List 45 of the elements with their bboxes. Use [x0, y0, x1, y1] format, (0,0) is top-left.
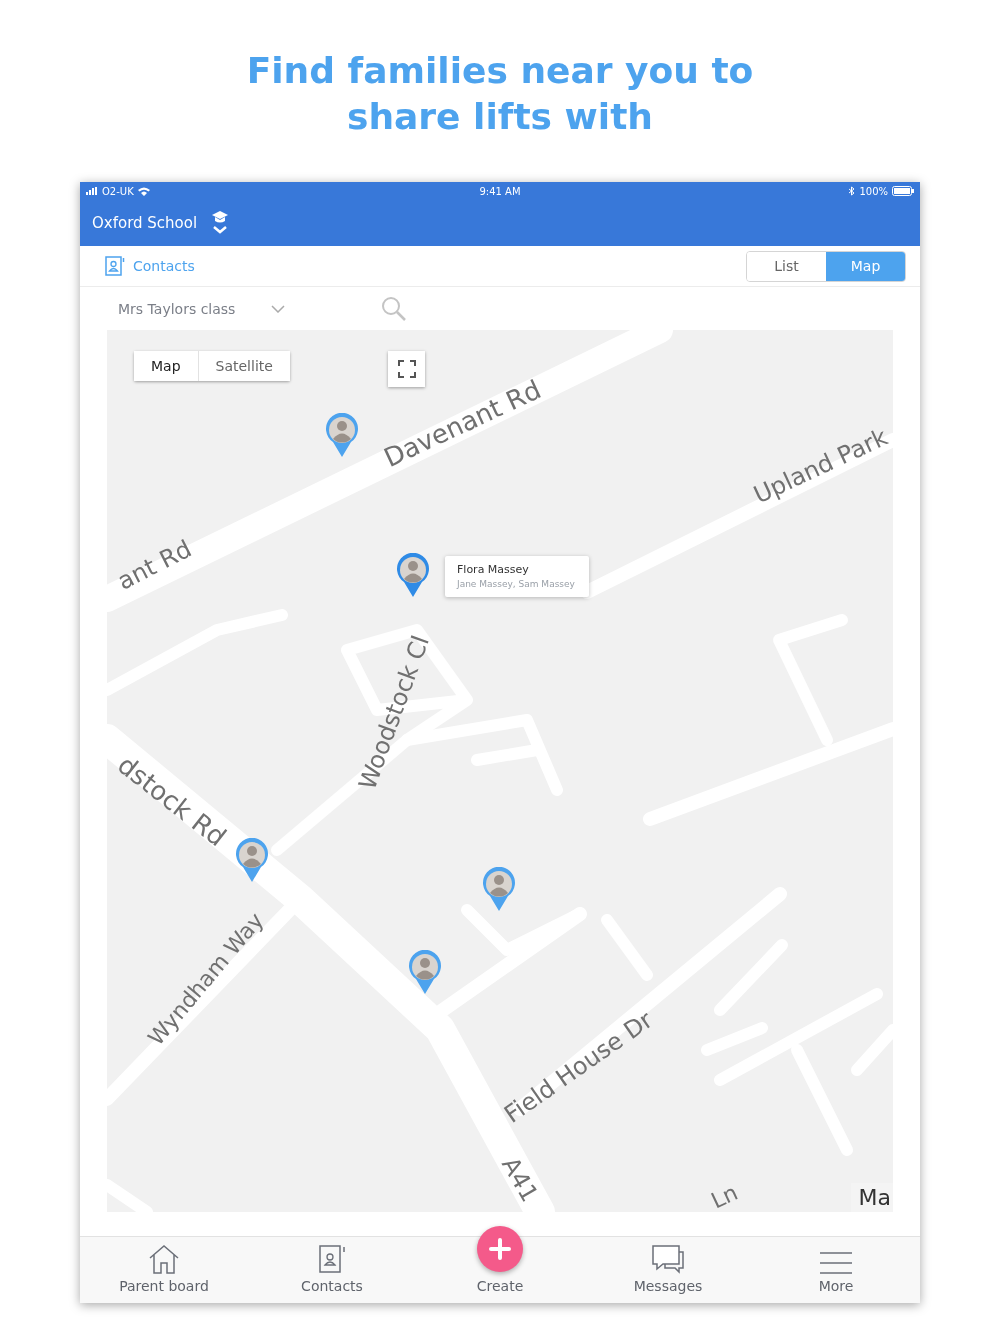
tab-bar-item[interactable]: More: [752, 1237, 920, 1303]
create-button[interactable]: [477, 1226, 523, 1272]
signal-icon: [86, 187, 98, 195]
tab-label: Messages: [633, 1278, 703, 1294]
speech-bubbles-icon: [651, 1244, 685, 1274]
avatar-pin-icon[interactable]: [235, 838, 269, 882]
avatar-pin-icon[interactable]: [482, 867, 516, 911]
contact-card-icon: [318, 1244, 346, 1274]
headline: Find families near you to share lifts with: [245, 49, 755, 139]
tab-bar-item[interactable]: Messages: [584, 1237, 752, 1303]
wifi-icon: [137, 186, 150, 196]
avatar-pin-icon[interactable]: [408, 950, 442, 994]
class-dropdown[interactable]: Mrs Taylors class: [118, 300, 286, 317]
tab-label: Create: [476, 1278, 524, 1294]
plus-icon[interactable]: [489, 1238, 511, 1260]
map-type-tab[interactable]: Satellite: [197, 351, 290, 381]
battery-percent: 100%: [859, 185, 888, 197]
tab-bar-item[interactable]: Parent board: [80, 1237, 248, 1303]
bluetooth-icon: [849, 186, 856, 196]
avatar-pin-icon[interactable]: [396, 553, 430, 597]
avatar-pin-icon[interactable]: [325, 413, 359, 457]
battery-icon: [892, 186, 914, 196]
tab-bar-item[interactable]: Contacts: [248, 1237, 416, 1303]
school-name[interactable]: Oxford School: [92, 214, 198, 232]
tab-label: More: [818, 1278, 854, 1294]
tab-bar-item[interactable]: Create: [416, 1221, 584, 1303]
tab-label: Parent board: [119, 1278, 209, 1294]
contact-card-icon: [105, 256, 125, 276]
fullscreen-icon[interactable]: [397, 360, 416, 378]
menu-icon: [820, 1252, 852, 1274]
status-time: 9:41 AM: [478, 185, 522, 197]
map-type-tab[interactable]: Map: [134, 351, 198, 381]
section-title: Contacts: [133, 258, 195, 274]
family-members: Jane Massey, Sam Massey: [457, 579, 575, 589]
carrier: O2-UK: [102, 185, 134, 197]
road-label: ant Rd: [113, 534, 197, 596]
tab-label: Contacts: [301, 1278, 363, 1294]
graduation-cap-icon[interactable]: [211, 210, 230, 236]
chevron-down-icon[interactable]: [271, 304, 286, 313]
road-label: Ln: [707, 1179, 742, 1212]
contact-callout[interactable]: Flora Massey Jane Massey, Sam Massey: [445, 556, 589, 597]
fullscreen-button[interactable]: [388, 351, 425, 387]
family-name: Flora Massey: [457, 563, 530, 576]
search-icon[interactable]: [381, 295, 408, 322]
house-icon: [148, 1244, 180, 1274]
